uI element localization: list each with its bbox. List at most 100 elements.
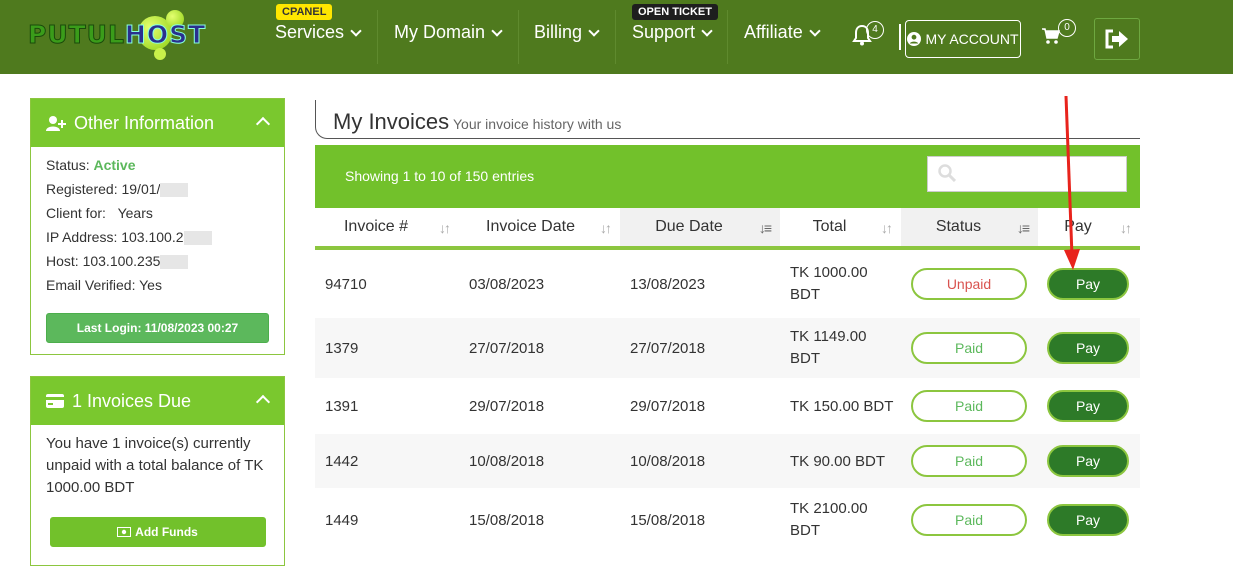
logo-text: PUTULHOST [28,20,207,50]
nav-affiliate[interactable]: Affiliate [744,22,821,43]
credit-card-icon [46,394,64,408]
invoice-total: TK 2100.00 BDT [790,500,868,539]
chevron-down-icon [701,24,713,37]
nav-my-domain[interactable]: My Domain [394,22,503,43]
invoice-number[interactable]: 1379 [325,318,358,378]
top-navbar: PUTULHOST CPANEL Services My Domain Bill… [0,0,1233,74]
logout-button[interactable] [1094,18,1140,60]
status-line: Status: Active [31,153,284,177]
column-header-total-label: Total [812,218,847,235]
my-account-label: MY ACCOUNT [925,31,1019,47]
sort-icon: ↓↑ [439,220,451,236]
email-verified-text: Email Verified: Yes [46,277,162,293]
sort-icon: ↓↑ [600,220,612,236]
pay-button[interactable]: Pay [1047,390,1129,422]
nav-divider [518,10,519,64]
ip-address-text: IP Address: 103.100.2 [46,229,184,245]
status-badge: Paid [911,332,1027,364]
notification-count: 4 [866,21,884,39]
invoice-total: TK 150.00 BDT [790,397,894,415]
other-information-title: Other Information [74,112,215,133]
chevron-up-icon[interactable] [255,116,271,132]
invoice-number[interactable]: 1442 [325,434,358,488]
sort-desc-icon: ↓≡ [1016,220,1030,236]
column-header-invoice[interactable]: Invoice # ↓↑ [315,208,459,250]
nav-divider [615,10,616,64]
invoice-table-header: Invoice # ↓↑ Invoice Date ↓↑ Due Date ↓≡… [315,208,1140,250]
table-row[interactable]: 94710 03/08/2023 13/08/2023 TK 1000.00 B… [315,250,1140,318]
column-header-due-date[interactable]: Due Date ↓≡ [620,208,780,250]
invoice-number[interactable]: 1391 [325,378,358,434]
column-header-status[interactable]: Status ↓≡ [901,208,1038,250]
nav-my-domain-label: My Domain [394,22,486,42]
chevron-down-icon [350,24,362,37]
last-login-button[interactable]: Last Login: 11/08/2023 00:27 [46,313,269,343]
open-ticket-badge[interactable]: OPEN TICKET [632,4,718,20]
due-date: 29/07/2018 [630,397,706,415]
column-header-due-date-label: Due Date [655,218,723,235]
column-header-pay[interactable]: Pay ↓↑ [1038,208,1140,250]
invoice-total: TK 90.00 BDT [790,452,886,470]
my-account-button[interactable]: MY ACCOUNT [905,20,1021,58]
status-badge: Paid [911,445,1027,477]
due-date: 10/08/2018 [630,452,706,470]
redacted-block [160,255,189,270]
nav-services[interactable]: Services [275,22,362,43]
invoice-date: 03/08/2023 [469,275,545,293]
redacted-block [160,183,189,198]
chevron-down-icon [491,24,503,37]
cpanel-badge[interactable]: CPANEL [276,4,333,20]
invoice-date: 15/08/2018 [469,511,545,529]
logo-ball-tiny [154,48,166,60]
page-title-bar: My Invoices Your invoice history with us [315,100,1140,139]
table-row[interactable]: 1449 15/08/2018 15/08/2018 TK 2100.00 BD… [315,488,1140,552]
email-verified-line: Email Verified: Yes [31,273,284,297]
invoices-due-header[interactable]: 1 Invoices Due [31,377,284,425]
table-row[interactable]: 1442 10/08/2018 10/08/2018 TK 90.00 BDT … [315,434,1140,488]
other-information-body: Status: Active Registered: 19/01/ Client… [31,147,284,297]
column-header-total[interactable]: Total ↓↑ [780,208,901,250]
status-badge: Paid [911,390,1027,422]
pay-button[interactable]: Pay [1047,332,1129,364]
user-plus-icon [46,116,66,131]
search-icon [938,164,956,182]
invoices-due-title: 1 Invoices Due [72,390,192,411]
cart-count: 0 [1058,19,1076,37]
add-funds-button[interactable]: Add Funds [49,517,266,547]
invoice-total: TK 1149.00 BDT [790,328,867,367]
invoice-number[interactable]: 1449 [325,488,358,552]
status-badge: Paid [911,504,1027,536]
status-label: Status: [46,157,90,173]
add-funds-label: Add Funds [135,525,198,539]
search-input[interactable] [927,156,1127,192]
nav-support[interactable]: Support [632,22,713,43]
redacted-block [183,231,212,246]
nav-billing-label: Billing [534,22,583,42]
invoice-date: 27/07/2018 [469,339,545,357]
sort-icon: ↓↑ [1120,220,1132,236]
entries-info: Showing 1 to 10 of 150 entries [345,168,535,184]
due-date: 13/08/2023 [630,275,706,293]
money-icon [117,527,132,537]
chevron-up-icon[interactable] [255,394,271,410]
column-header-invoice-label: Invoice # [343,218,409,235]
table-row[interactable]: 1391 29/07/2018 29/07/2018 TK 150.00 BDT… [315,378,1140,434]
pay-button[interactable]: Pay [1047,504,1129,536]
chevron-down-icon [588,24,600,37]
putulhost-logo[interactable]: PUTULHOST [28,8,248,60]
nav-divider [899,24,901,50]
pay-button[interactable]: Pay [1047,445,1129,477]
logo-text-putul: PUTUL [28,20,125,50]
sort-asc-icon: ↓≡ [758,220,772,236]
other-information-header[interactable]: Other Information [31,99,284,147]
column-header-status-label: Status [935,218,982,235]
annotation-arrow [1064,95,1080,270]
column-header-invoice-date[interactable]: Invoice Date ↓↑ [459,208,620,250]
invoice-number[interactable]: 94710 [325,250,367,318]
chevron-down-icon [809,24,821,37]
table-row[interactable]: 1379 27/07/2018 27/07/2018 TK 1149.00 BD… [315,318,1140,378]
due-date: 15/08/2018 [630,511,706,529]
client-for-line: Client for: Years [31,201,284,225]
logo-text-host: HOST [124,20,207,50]
nav-billing[interactable]: Billing [534,22,600,43]
